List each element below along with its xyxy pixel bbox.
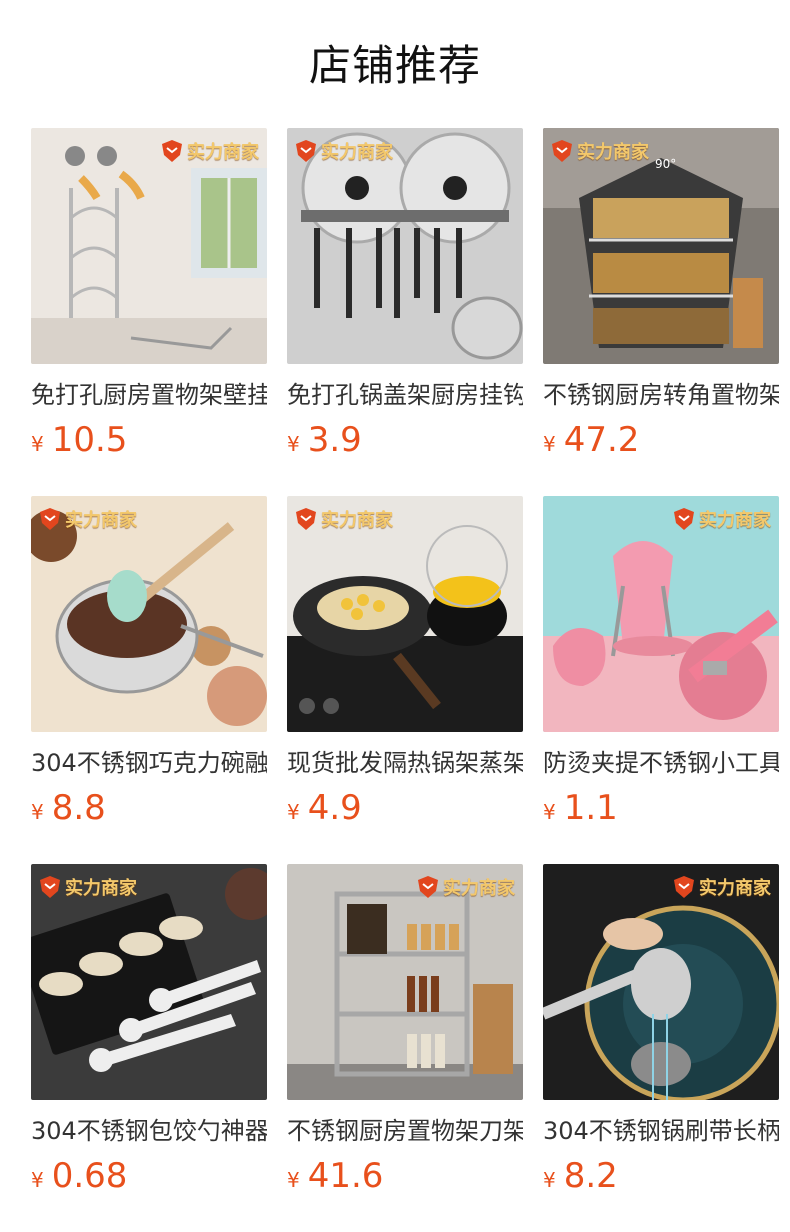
price-value: 3.9 [307,420,362,460]
product-image[interactable]: 实力商家 [31,496,267,732]
brand-badge: 实力商家 [417,872,515,902]
badge-label: 实力商家 [321,142,393,163]
currency-symbol: ¥ [287,1168,300,1192]
product-price: ¥ 47.2 [543,420,779,460]
shield-icon [673,875,695,899]
currency-symbol: ¥ [543,1168,556,1192]
badge-label: 实力商家 [187,142,259,163]
product-price: ¥ 3.9 [287,420,523,460]
currency-symbol: ¥ [287,432,300,456]
product-card[interactable]: 实力商家 304不锈钢锅刷带长柄 ¥ 8.2 [543,864,779,1196]
price-value: 10.5 [51,420,128,460]
brand-badge: 实力商家 [673,872,771,902]
shield-icon [295,139,317,163]
product-name[interactable]: 防烫夹提不锈钢小工具 [543,746,779,780]
product-card[interactable]: 实力商家 不锈钢厨房置物架刀架 ¥ 41.6 [287,864,523,1196]
product-card[interactable]: 实力商家 现货批发隔热锅架蒸架 ¥ 4.9 [287,496,523,828]
product-price: ¥ 4.9 [287,788,523,828]
price-value: 1.1 [563,788,618,828]
badge-label: 实力商家 [699,510,771,531]
product-price: ¥ 8.8 [31,788,267,828]
brand-badge: 实力商家 [161,136,259,166]
brand-badge: 实力商家 [39,872,137,902]
product-image[interactable]: 实力商家 [287,496,523,732]
badge-label: 实力商家 [577,142,649,163]
shield-icon [39,507,61,531]
product-name[interactable]: 不锈钢厨房转角置物架 [543,378,779,412]
product-name[interactable]: 不锈钢厨房置物架刀架 [287,1114,523,1148]
badge-label: 实力商家 [321,510,393,531]
product-name[interactable]: 304不锈钢锅刷带长柄 [543,1114,779,1148]
product-price: ¥ 1.1 [543,788,779,828]
product-image[interactable]: 实力商家 [543,864,779,1100]
badge-label: 实力商家 [65,878,137,899]
product-price: ¥ 41.6 [287,1156,523,1196]
product-image[interactable]: 实力商家 [31,864,267,1100]
shield-icon [161,139,183,163]
badge-label: 实力商家 [443,878,515,899]
product-image[interactable]: 90° 实力商家 [543,128,779,364]
shield-icon [417,875,439,899]
product-image[interactable]: 实力商家 [287,128,523,364]
product-card[interactable]: 实力商家 防烫夹提不锈钢小工具 ¥ 1.1 [543,496,779,828]
product-price: ¥ 0.68 [31,1156,267,1196]
currency-symbol: ¥ [287,800,300,824]
brand-badge: 实力商家 [295,136,393,166]
product-card[interactable]: 实力商家 免打孔锅盖架厨房挂钩 ¥ 3.9 [287,128,523,460]
price-value: 8.8 [51,788,106,828]
brand-badge: 实力商家 [673,504,771,534]
product-name[interactable]: 免打孔厨房置物架壁挂 [31,378,267,412]
currency-symbol: ¥ [31,1168,44,1192]
product-name[interactable]: 现货批发隔热锅架蒸架 [287,746,523,780]
price-value: 41.6 [307,1156,384,1196]
brand-badge: 实力商家 [295,504,393,534]
product-price: ¥ 10.5 [31,420,267,460]
product-image[interactable]: 实力商家 [31,128,267,364]
currency-symbol: ¥ [31,800,44,824]
product-price: ¥ 8.2 [543,1156,779,1196]
price-value: 8.2 [563,1156,618,1196]
product-card[interactable]: 实力商家 免打孔厨房置物架壁挂 ¥ 10.5 [31,128,267,460]
currency-symbol: ¥ [543,800,556,824]
page-title: 店铺推荐 [308,41,481,90]
shield-icon [551,139,573,163]
shield-icon [295,507,317,531]
price-value: 0.68 [51,1156,128,1196]
shield-icon [39,875,61,899]
price-value: 47.2 [563,420,640,460]
product-image[interactable]: 实力商家 [287,864,523,1100]
price-value: 4.9 [307,788,362,828]
product-card[interactable]: 90° 实力商家 不锈钢厨房转角置物架 ¥ 47.2 [543,128,779,460]
badge-label: 实力商家 [699,878,771,899]
brand-badge: 实力商家 [551,136,649,166]
svg-text:90°: 90° [655,157,676,171]
product-card[interactable]: 实力商家 304不锈钢包饺勺神器 ¥ 0.68 [31,864,267,1196]
shield-icon [673,507,695,531]
product-card[interactable]: 实力商家 304不锈钢巧克力碗融化 ¥ 8.8 [31,496,267,828]
product-name[interactable]: 免打孔锅盖架厨房挂钩 [287,378,523,412]
product-name[interactable]: 304不锈钢包饺勺神器 [31,1114,267,1148]
currency-symbol: ¥ [543,432,556,456]
product-image[interactable]: 实力商家 [543,496,779,732]
badge-label: 实力商家 [65,510,137,531]
currency-symbol: ¥ [31,432,44,456]
product-name[interactable]: 304不锈钢巧克力碗融化 [31,746,267,780]
brand-badge: 实力商家 [39,504,137,534]
